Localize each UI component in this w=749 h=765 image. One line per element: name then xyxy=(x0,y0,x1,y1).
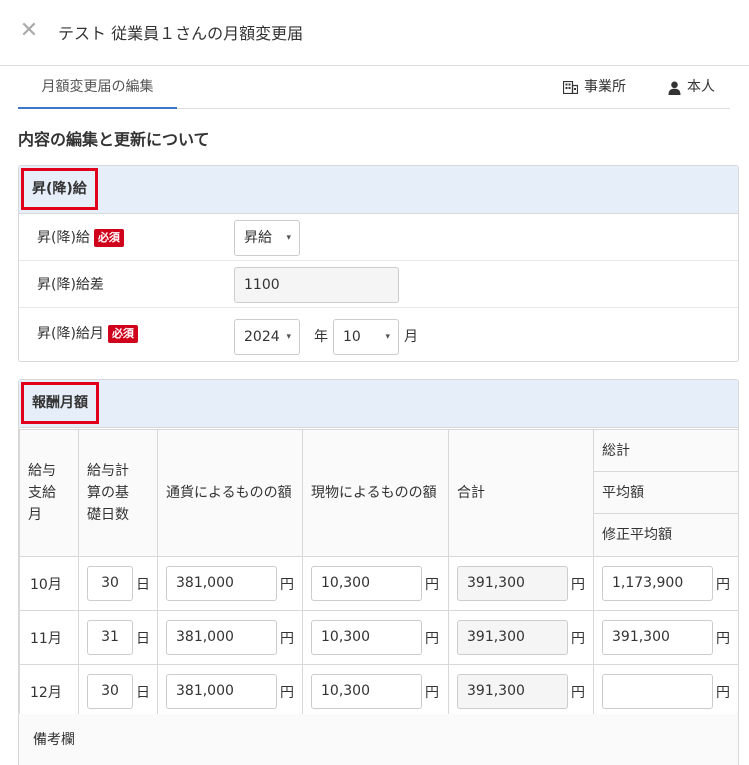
yen-unit: 円 xyxy=(571,684,585,701)
caret-down-icon: ▾ xyxy=(385,332,390,342)
tab-office[interactable]: 事業所 xyxy=(563,66,626,109)
yen-unit: 円 xyxy=(425,684,439,701)
total-field: 391,300 xyxy=(457,566,568,601)
day-unit: 日 xyxy=(136,684,150,701)
row-month: 11月 xyxy=(19,610,79,665)
header-base-days: 給与計 算の基 礎日数 xyxy=(78,429,158,557)
raise-select[interactable]: 昇給 ▾ xyxy=(234,220,300,256)
raise-diff-field[interactable]: 1100 xyxy=(234,267,399,303)
yen-unit: 円 xyxy=(716,576,730,593)
header-pay-month: 給与 支給 月 xyxy=(19,429,79,557)
currency-input[interactable]: 381,000 xyxy=(166,620,277,655)
month-unit: 月 xyxy=(404,329,418,345)
table-row: 12月 30 日 381,000 円 10,300 円 391,300 円 円 xyxy=(19,664,739,719)
raise-diff-row: 昇(降)給差 1100 xyxy=(19,262,738,308)
header-sum: 総計 xyxy=(594,430,738,472)
days-input[interactable]: 31 xyxy=(87,620,133,655)
raise-panel: 昇(降)給 昇(降)給 必須 昇給 ▾ 昇(降)給差 1100 昇(降)給月 必須… xyxy=(18,165,739,362)
currency-input[interactable]: 381,000 xyxy=(166,674,277,709)
yen-unit: 円 xyxy=(571,630,585,647)
year-select[interactable]: 2024 ▾ xyxy=(234,319,300,355)
yen-unit: 円 xyxy=(425,630,439,647)
total-field: 391,300 xyxy=(457,620,568,655)
building-icon xyxy=(563,81,578,94)
total-field: 391,300 xyxy=(457,674,568,709)
goods-input[interactable]: 10,300 xyxy=(311,674,422,709)
raise-label: 昇(降)給 必須 xyxy=(37,215,124,261)
tab-edit-monthly-change[interactable]: 月額変更届の編集 xyxy=(18,66,177,109)
close-icon[interactable]: ✕ xyxy=(18,20,40,42)
month-select[interactable]: 10 ▾ xyxy=(333,319,399,355)
pay-panel-title: 報酬月額 xyxy=(21,382,99,424)
header-average: 平均額 xyxy=(594,472,738,514)
caret-down-icon: ▾ xyxy=(286,332,291,342)
sum-input[interactable]: 1,173,900 xyxy=(602,566,713,601)
yen-unit: 円 xyxy=(571,576,585,593)
yen-unit: 円 xyxy=(280,576,294,593)
caret-down-icon: ▾ xyxy=(286,233,291,243)
yen-unit: 円 xyxy=(280,630,294,647)
raise-month-label: 昇(降)給月 必須 xyxy=(37,311,138,357)
goods-input[interactable]: 10,300 xyxy=(311,620,422,655)
pay-header-row: 給与 支給 月 給与計 算の基 礎日数 通貨によるものの額 現物によるものの額 … xyxy=(19,429,739,557)
tab-office-label: 事業所 xyxy=(584,79,626,95)
yen-unit: 円 xyxy=(716,684,730,701)
pay-panel: 報酬月額 給与 支給 月 給与計 算の基 礎日数 通貨によるものの額 現物による… xyxy=(18,379,739,719)
raise-panel-title: 昇(降)給 xyxy=(21,168,98,210)
pay-table: 給与 支給 月 給与計 算の基 礎日数 通貨によるものの額 現物によるものの額 … xyxy=(19,429,739,719)
person-icon xyxy=(668,81,681,95)
yen-unit: 円 xyxy=(280,684,294,701)
table-row: 11月 31 日 381,000 円 10,300 円 391,300 円 391,30… xyxy=(19,610,739,665)
days-input[interactable]: 30 xyxy=(87,674,133,709)
row-month: 12月 xyxy=(19,664,79,719)
required-badge: 必須 xyxy=(93,229,124,247)
dialog-header: ✕ テスト 従業員１さんの月額変更届 xyxy=(0,0,749,66)
remarks-row: 備考欄 xyxy=(18,714,739,765)
raise-month-row: 昇(降)給月 必須 2024 ▾ 年 10 ▾ 月 xyxy=(19,311,738,357)
required-badge: 必須 xyxy=(107,325,138,343)
currency-input[interactable]: 381,000 xyxy=(166,566,277,601)
yen-unit: 円 xyxy=(425,576,439,593)
pay-panel-header: 報酬月額 xyxy=(19,380,738,428)
tab-person-label: 本人 xyxy=(687,79,715,95)
dialog-title: テスト 従業員１さんの月額変更届 xyxy=(58,24,304,43)
raise-panel-header: 昇(降)給 xyxy=(19,166,738,214)
header-summary: 総計 平均額 修正平均額 xyxy=(593,429,739,557)
section-title: 内容の編集と更新について xyxy=(18,130,210,149)
average-input[interactable]: 391,300 xyxy=(602,620,713,655)
row-month: 10月 xyxy=(19,556,79,611)
raise-row: 昇(降)給 必須 昇給 ▾ xyxy=(19,215,738,261)
goods-input[interactable]: 10,300 xyxy=(311,566,422,601)
header-total: 合計 xyxy=(448,429,594,557)
header-currency: 通貨によるものの額 xyxy=(157,429,303,557)
remarks-label: 備考欄 xyxy=(33,732,75,748)
days-input[interactable]: 30 xyxy=(87,566,133,601)
tab-bar: 月額変更届の編集 事業所 本人 xyxy=(18,66,730,109)
header-adjusted-average: 修正平均額 xyxy=(602,527,672,543)
day-unit: 日 xyxy=(136,576,150,593)
table-row: 10月 30 日 381,000 円 10,300 円 391,300 円 1,173,… xyxy=(19,556,739,611)
header-goods: 現物によるものの額 xyxy=(302,429,449,557)
tab-person[interactable]: 本人 xyxy=(668,66,715,109)
year-unit: 年 xyxy=(314,329,328,345)
day-unit: 日 xyxy=(136,630,150,647)
yen-unit: 円 xyxy=(716,630,730,647)
adjusted-average-input[interactable] xyxy=(602,674,713,709)
raise-diff-label: 昇(降)給差 xyxy=(37,277,104,293)
